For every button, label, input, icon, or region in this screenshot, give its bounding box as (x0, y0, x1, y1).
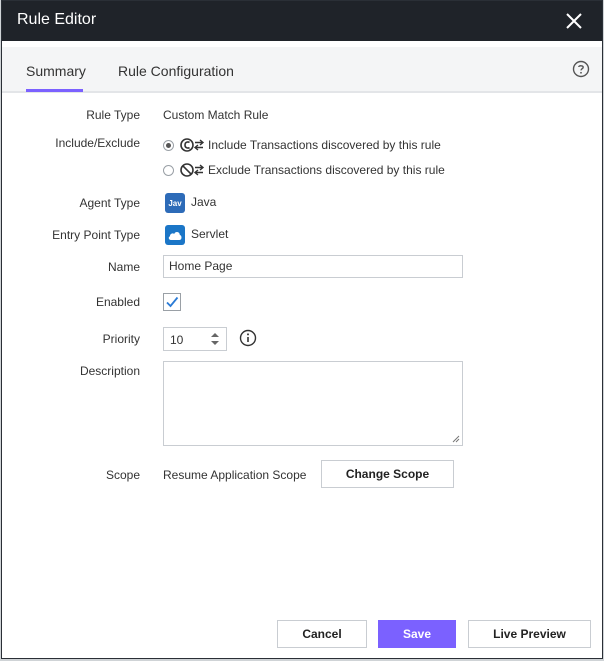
enabled-label: Enabled (95, 295, 140, 309)
rule-type-label: Rule Type (86, 108, 140, 122)
entry-point-type-value: Servlet (191, 227, 229, 241)
include-transaction-icon (180, 138, 205, 152)
agent-type-label: Agent Type (79, 196, 141, 210)
info-icon[interactable] (239, 329, 257, 347)
priority-value: 10 (170, 333, 184, 347)
enabled-checkbox[interactable] (163, 293, 181, 311)
include-option[interactable]: Include Transactions discovered by this … (163, 137, 441, 153)
cloud-icon (165, 225, 185, 245)
stepper-arrows-icon[interactable] (210, 331, 220, 347)
priority-label: Priority (102, 332, 140, 346)
include-option-text: Include Transactions discovered by this … (208, 138, 441, 152)
dialog-titlebar: Rule Editor (2, 1, 602, 41)
tab-bar: Summary Rule Configuration (2, 47, 602, 93)
include-radio[interactable] (163, 139, 174, 151)
exclude-radio[interactable] (163, 164, 174, 176)
checkmark-icon (166, 296, 179, 308)
java-icon: Jav (165, 193, 185, 213)
description-label: Description (79, 364, 140, 378)
change-scope-button[interactable]: Change Scope (321, 460, 454, 488)
name-input[interactable]: Home Page (163, 255, 463, 278)
rule-editor-dialog: Rule Editor Summary Rule Configuration R… (1, 0, 603, 659)
cancel-button[interactable]: Cancel (277, 620, 367, 648)
exclude-option[interactable]: Exclude Transactions discovered by this … (163, 162, 445, 178)
help-circle-icon[interactable] (572, 60, 590, 78)
save-button[interactable]: Save (378, 620, 456, 648)
tab-rule-configuration[interactable]: Rule Configuration (118, 63, 234, 79)
agent-type-value: Java (191, 195, 217, 209)
rule-type-value: Custom Match Rule (163, 108, 269, 122)
active-tab-indicator (26, 89, 83, 92)
java-badge-text: Jav (168, 198, 182, 208)
name-label: Name (107, 260, 140, 274)
live-preview-button[interactable]: Live Preview (468, 620, 591, 648)
dialog-title: Rule Editor (17, 11, 97, 28)
scope-label: Scope (105, 468, 140, 482)
exclude-transaction-icon (180, 163, 205, 177)
include-exclude-label: Include/Exclude (55, 136, 140, 150)
description-textarea[interactable] (163, 361, 463, 446)
close-icon[interactable] (565, 12, 583, 30)
priority-stepper[interactable]: 10 (163, 327, 227, 351)
resize-grip-icon[interactable] (452, 435, 460, 443)
entry-point-type-label: Entry Point Type (52, 228, 140, 242)
scope-value: Resume Application Scope (163, 468, 307, 482)
exclude-option-text: Exclude Transactions discovered by this … (208, 163, 445, 177)
tab-summary[interactable]: Summary (26, 63, 86, 79)
